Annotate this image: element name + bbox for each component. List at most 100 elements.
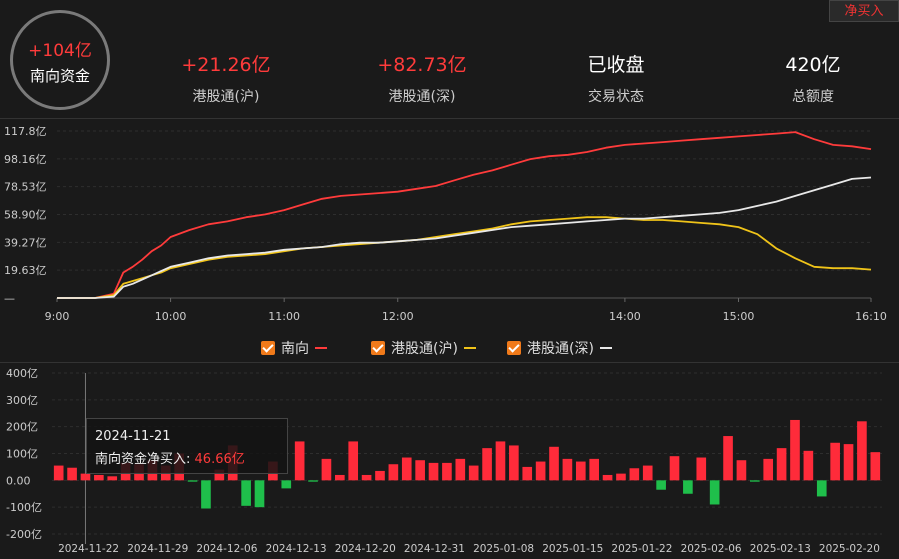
bar	[53, 465, 64, 481]
bar	[281, 480, 292, 489]
x-tick-label: 16:10	[855, 310, 887, 323]
stat-quota-label: 总额度	[792, 89, 834, 105]
x-tick-label: 2024-12-13	[266, 543, 327, 555]
legend-item-southbound[interactable]: 南向	[261, 338, 327, 358]
stat-status-label: 交易状态	[588, 89, 644, 105]
legend-line-icon	[599, 347, 612, 349]
bar	[495, 441, 506, 481]
stat-status: 已收盘 交易状态	[546, 50, 686, 106]
y-tick-label: 19.63亿	[4, 264, 47, 277]
bar	[468, 465, 479, 481]
bar	[535, 461, 546, 481]
stat-shanghai: +21.26亿 港股通(沪)	[156, 50, 296, 106]
series-line-港股通(沪)	[57, 216, 872, 299]
bar	[736, 460, 747, 481]
legend-label: 港股通(深)	[527, 341, 594, 357]
x-tick-label: 2024-11-22	[58, 543, 119, 555]
tooltip-date: 2024-11-21	[95, 429, 171, 444]
stat-shenzhen: +82.73亿 港股通(深)	[352, 50, 492, 106]
intraday-flow-line-chart: 117.8亿 98.16亿 78.53亿 58.90亿 39.27亿 19.63亿 — 9:0…	[4, 125, 887, 323]
bar	[763, 458, 774, 481]
summary-panel: +104亿 南向资金 +21.26亿 港股通(沪) +82.73亿 港股通(深)…	[0, 0, 899, 118]
bar	[361, 474, 372, 481]
bar	[321, 458, 332, 481]
bar	[241, 480, 251, 506]
y-tick-label: 58.90亿	[4, 209, 47, 222]
legend-item-shenzhen[interactable]: 港股通(深)	[507, 338, 612, 358]
y-tick-label: -100亿	[6, 501, 42, 514]
bar	[67, 467, 77, 481]
y-tick-label: 78.53亿	[4, 181, 47, 194]
bar	[455, 458, 466, 481]
stat-shanghai-value: +21.26亿	[181, 54, 271, 76]
bar	[509, 445, 519, 481]
bar	[442, 462, 452, 481]
total-flow-value: +104亿	[28, 41, 92, 61]
x-tick-label: 12:00	[382, 310, 414, 323]
bar	[602, 474, 613, 481]
tooltip-value: 46.66亿	[194, 452, 245, 467]
tooltip-row: 南向资金净买入: 46.66亿	[95, 448, 279, 467]
legend-item-shanghai[interactable]: 港股通(沪)	[371, 338, 476, 358]
bar	[696, 457, 707, 481]
x-tick-label: 9:00	[45, 310, 70, 323]
y-tick-label: 300亿	[6, 394, 38, 407]
legend-line-icon	[463, 347, 476, 349]
x-tick-label: 2025-02-06	[681, 543, 742, 555]
bar	[642, 465, 653, 481]
checkbox-icon[interactable]	[261, 341, 275, 355]
y-tick-label: 0.00	[6, 474, 31, 487]
stat-shenzhen-label: 港股通(深)	[388, 89, 456, 105]
bar	[348, 441, 359, 481]
y-tick-label: —	[4, 292, 15, 305]
bar	[790, 419, 800, 481]
legend-label: 南向	[281, 341, 309, 357]
bar	[629, 468, 640, 481]
bar	[482, 448, 492, 481]
x-tick-label: 11:00	[268, 310, 300, 323]
bar	[803, 450, 814, 481]
x-tick-label: 2025-01-08	[473, 543, 534, 555]
bar	[709, 480, 720, 505]
bar	[723, 436, 733, 481]
tooltip-label: 南向资金净买入:	[95, 452, 191, 467]
x-tick-label: 2024-11-29	[127, 543, 188, 555]
bar	[80, 473, 91, 481]
bar	[750, 480, 760, 482]
stat-quota-value: 420亿	[785, 54, 841, 76]
checkbox-icon[interactable]	[371, 341, 385, 355]
bar	[776, 448, 787, 481]
bar	[857, 421, 867, 481]
x-tick-label: 14:00	[609, 310, 641, 323]
x-tick-label: 2025-01-15	[542, 543, 603, 555]
stat-shanghai-label: 港股通(沪)	[192, 89, 260, 105]
bar	[549, 446, 559, 481]
series-line-港股通(深)	[57, 176, 872, 299]
y-tick-label: 400亿	[6, 367, 38, 380]
bar	[388, 464, 399, 481]
line-chart-legend: 南向 港股通(沪) 港股通(深)	[0, 338, 899, 358]
y-tick-label: 100亿	[6, 448, 38, 461]
bar	[294, 441, 305, 481]
x-tick-label: 2024-12-20	[335, 543, 396, 555]
bar	[870, 452, 881, 481]
total-flow-badge: +104亿 南向资金	[10, 10, 110, 110]
bar	[843, 444, 854, 481]
checkbox-icon[interactable]	[507, 341, 521, 355]
x-tick-label: 2024-12-31	[404, 543, 465, 555]
bar	[562, 458, 573, 481]
stat-shenzhen-value: +82.73亿	[377, 54, 467, 76]
bar-tooltip: 2024-11-21 南向资金净买入: 46.66亿	[86, 418, 288, 474]
total-flow-label: 南向资金	[29, 67, 90, 85]
stat-status-value: 已收盘	[587, 54, 645, 76]
bar	[816, 480, 827, 497]
bar	[94, 474, 104, 481]
x-tick-label: 2025-02-13	[750, 543, 811, 555]
x-tick-label: 2024-12-06	[196, 543, 257, 555]
y-tick-label: 39.27亿	[4, 236, 47, 249]
x-tick-label: 2025-02-20	[819, 543, 880, 555]
bar	[522, 466, 533, 481]
y-tick-label: -200亿	[6, 528, 42, 541]
y-tick-label: 117.8亿	[4, 125, 47, 138]
legend-label: 港股通(沪)	[391, 341, 458, 357]
